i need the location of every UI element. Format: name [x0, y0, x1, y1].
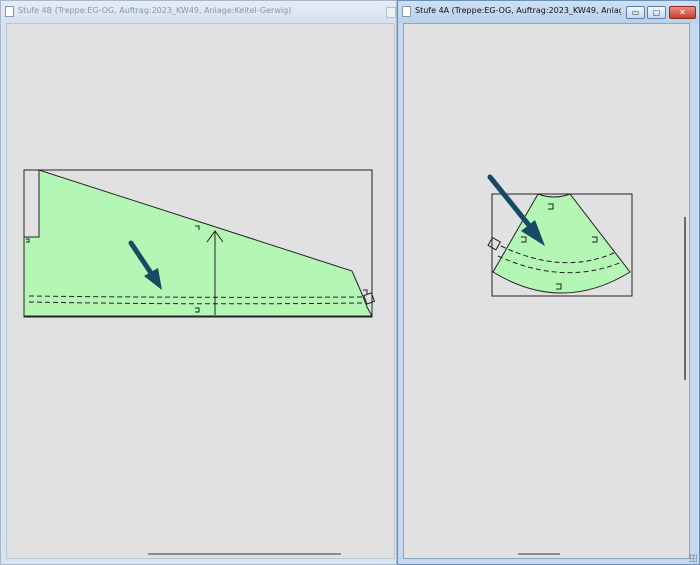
left-drawing-canvas[interactable] — [6, 23, 395, 559]
right-titlebar[interactable]: Stufe 4A (Treppe:EG-OG, Auftrag:2023_KW4… — [398, 1, 699, 23]
document-icon — [5, 6, 14, 17]
tread-4b-shape — [23, 169, 373, 317]
stair-tread-4b-drawing — [23, 169, 376, 318]
scroll-up-icon[interactable] — [386, 7, 396, 18]
right-drawing-canvas[interactable] — [403, 23, 690, 559]
marker-right — [363, 289, 368, 294]
resize-grip-icon[interactable] — [689, 554, 697, 562]
tread-notch — [24, 170, 40, 238]
right-window: Stufe 4A (Treppe:EG-OG, Auftrag:2023_KW4… — [397, 0, 700, 565]
left-horizontal-scrollbar[interactable] — [148, 553, 341, 555]
right-window-title: Stufe 4A (Treppe:EG-OG, Auftrag:2023_KW4… — [415, 6, 621, 15]
document-icon — [402, 6, 411, 17]
close-button[interactable]: ✕ — [669, 6, 696, 19]
minimize-button[interactable]: ▭ — [626, 6, 645, 19]
right-horizontal-scrollbar[interactable] — [518, 553, 560, 555]
maximize-button[interactable]: ▢ — [647, 6, 666, 19]
right-vertical-scrollbar[interactable] — [684, 217, 686, 380]
left-window-title: Stufe 4B (Treppe:EG-OG, Auftrag:2023_KW4… — [18, 6, 292, 15]
left-titlebar[interactable]: Stufe 4B (Treppe:EG-OG, Auftrag:2023_KW4… — [1, 1, 396, 23]
left-window: Stufe 4B (Treppe:EG-OG, Auftrag:2023_KW4… — [0, 0, 397, 565]
stair-tread-4a-drawing — [487, 174, 633, 297]
marker-left-box — [487, 236, 502, 251]
